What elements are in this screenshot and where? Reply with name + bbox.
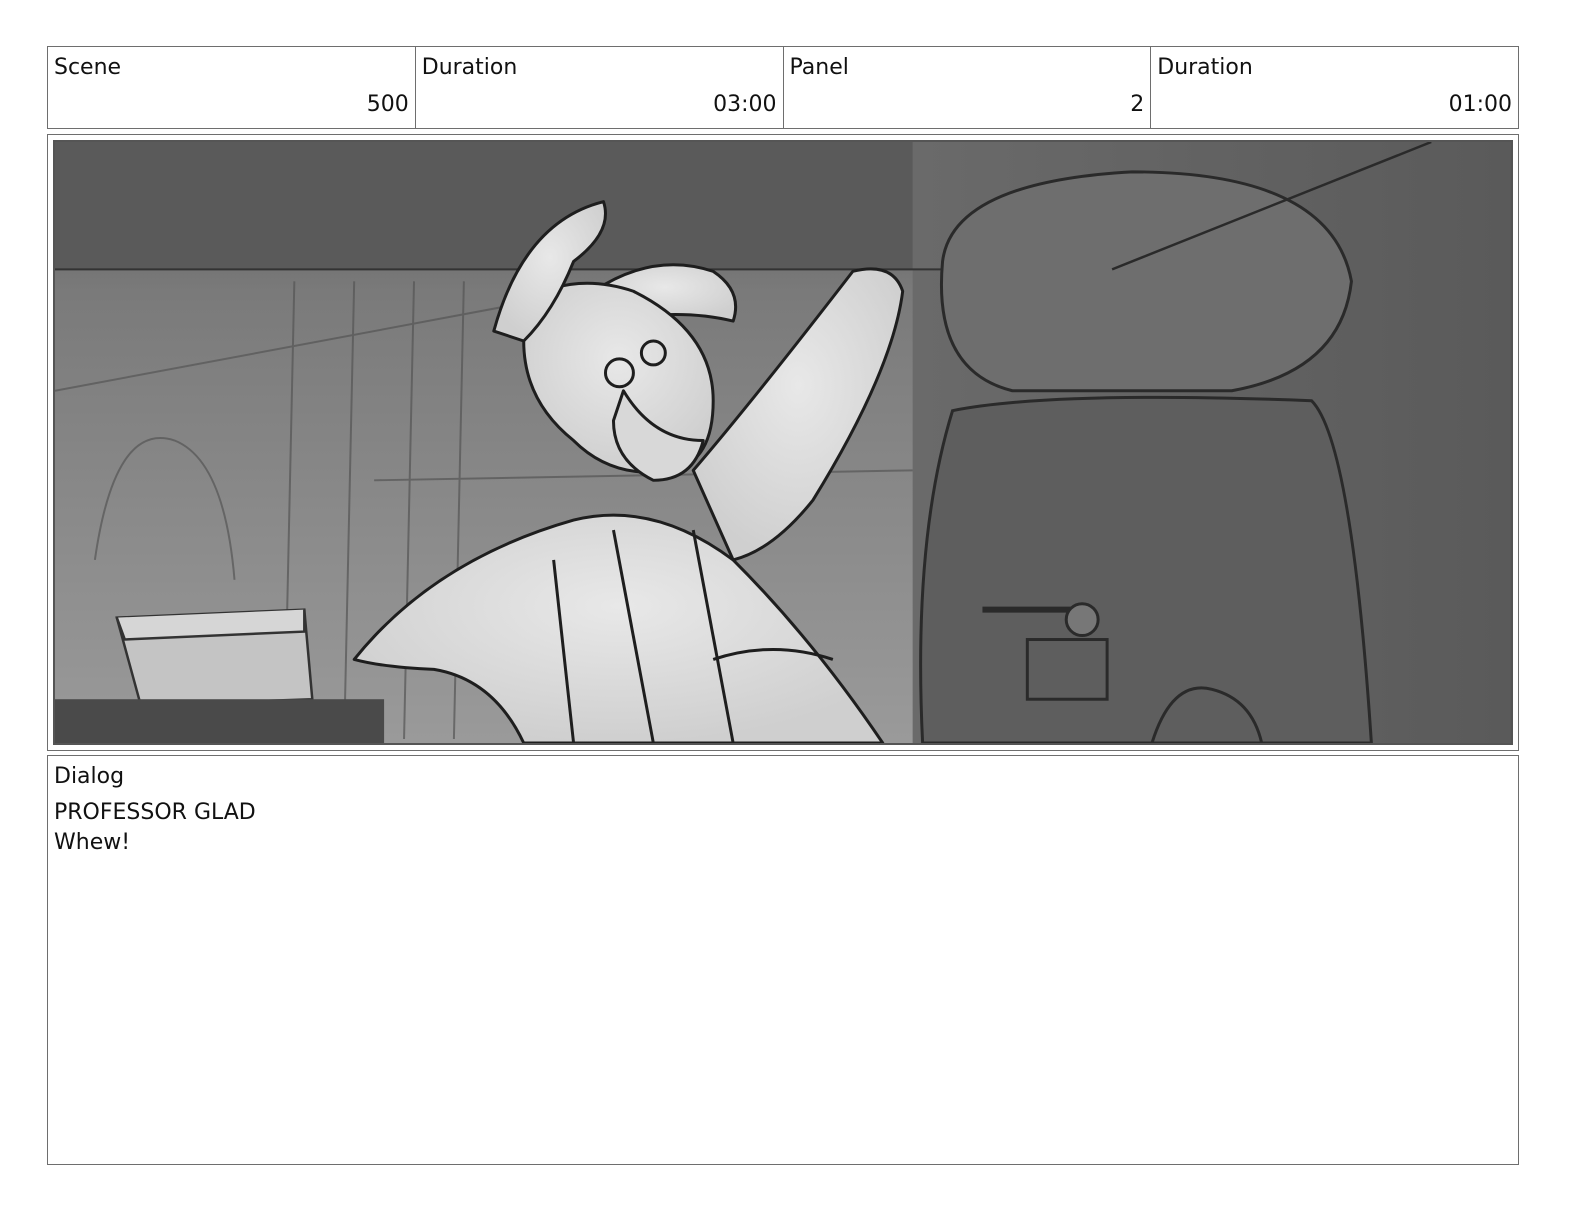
panel-duration-value: 01:00 [1448, 92, 1512, 117]
storyboard-sketch-image [53, 140, 1513, 745]
scene-duration-cell: Duration 03:00 [416, 47, 784, 128]
dialog-box: Dialog PROFESSOR GLAD Whew! [47, 755, 1519, 1165]
scene-label: Scene [54, 55, 122, 80]
panel-duration-label: Duration [1157, 55, 1253, 80]
panel-cell: Panel 2 [784, 47, 1152, 128]
panel-value: 2 [1130, 92, 1145, 117]
dialog-label: Dialog [54, 764, 125, 789]
scene-cell: Scene 500 [48, 47, 416, 128]
dialog-text: PROFESSOR GLAD Whew! [54, 798, 256, 858]
dialog-line: Whew! [54, 830, 131, 855]
scene-duration-value: 03:00 [713, 92, 777, 117]
storyboard-panel [47, 134, 1519, 751]
panel-label: Panel [789, 55, 849, 80]
scene-duration-label: Duration [421, 55, 518, 80]
panel-duration-cell: Duration 01:00 [1151, 47, 1518, 128]
storyboard-sketch-icon [55, 142, 1511, 743]
scene-value: 500 [366, 92, 409, 117]
panel-info-header: Scene 500 Duration 03:00 Panel 2 Duratio… [47, 46, 1519, 129]
dialog-character: PROFESSOR GLAD [54, 800, 256, 825]
